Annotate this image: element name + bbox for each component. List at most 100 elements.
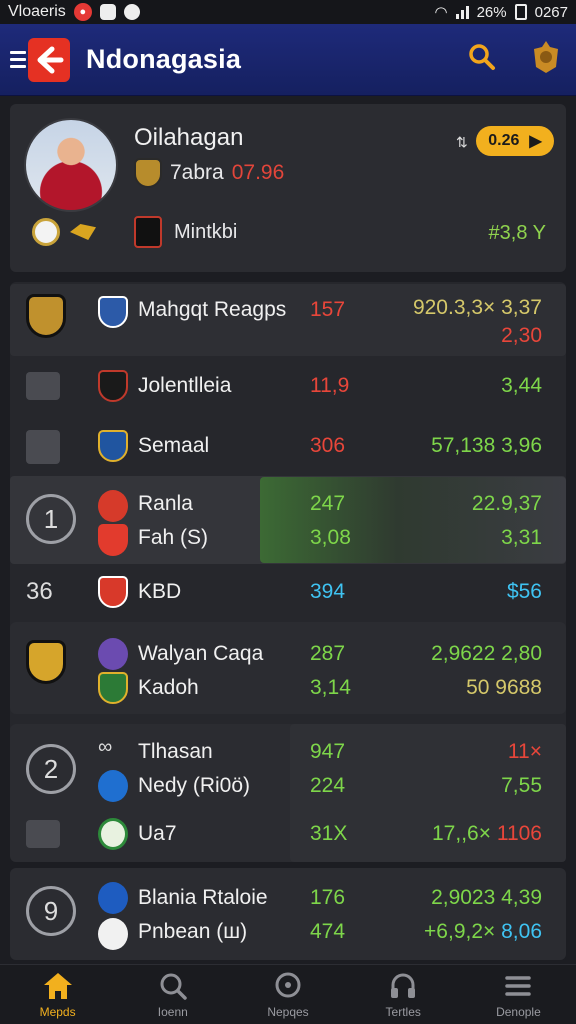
row-value-secondary: 224 bbox=[310, 774, 346, 797]
nav-label: Tertles bbox=[385, 1004, 421, 1019]
wifi-icon: ◠ bbox=[434, 4, 448, 21]
club-crest-icon bbox=[134, 158, 162, 188]
team-name-tertiary: Ua7 bbox=[138, 822, 177, 845]
club-crest-icon bbox=[26, 294, 66, 338]
profile-card[interactable]: Oilahagan 7abra 07.96 ⇅ 0.26 ▶ Mintkbi #… bbox=[10, 104, 566, 272]
row-odds-secondary: 7,55 bbox=[501, 774, 542, 797]
rank-number: 1 bbox=[43, 503, 59, 534]
crest-icon[interactable] bbox=[530, 39, 562, 80]
link-icon: ∞ bbox=[98, 736, 113, 758]
match-card[interactable]: 9 Blania Rtaloie Pnbean (ш) 176 474 2,90… bbox=[10, 868, 566, 960]
battery-text: 26% bbox=[476, 3, 507, 21]
home-icon bbox=[41, 971, 75, 1001]
row-odds: 22.9,37 bbox=[471, 492, 542, 515]
row-odds-secondary: 3,31 bbox=[501, 526, 542, 549]
rank-circle: 2 bbox=[26, 744, 76, 794]
app-title: Ndonagasia bbox=[86, 44, 242, 74]
row-value: 306 bbox=[310, 434, 346, 457]
app-header: Ndonagasia bbox=[0, 24, 576, 96]
bottom-nav: Mepds Ioenn Nepqes Tertles Denople bbox=[0, 964, 576, 1024]
list-item[interactable]: Mahgqt Reagps 157 920.3,3× 3,37 2,30 bbox=[10, 282, 566, 354]
row-value: 394 bbox=[310, 580, 346, 603]
team-logo-icon bbox=[98, 818, 128, 850]
odds-pill[interactable]: 0.26 ▶ bbox=[476, 126, 554, 156]
team-name: Walyan Caqa bbox=[138, 642, 264, 665]
profile-extra-label: Mintkbi bbox=[174, 220, 238, 243]
list-item[interactable]: 2 ∞ Tlhasan Nedy (Ri0ö) Ua7 947 224 31X … bbox=[10, 724, 566, 862]
list-icon bbox=[26, 372, 60, 400]
sort-icon[interactable]: ⇅ bbox=[456, 134, 468, 151]
profile-sub-value: 07.96 bbox=[231, 161, 285, 184]
row-value: 176 bbox=[310, 886, 346, 909]
row-odds: 2,9622 2,80 bbox=[431, 642, 542, 665]
profile-stat: #3,8 Y bbox=[488, 222, 546, 244]
team-logo-icon bbox=[98, 638, 128, 670]
nav-item-more[interactable]: Denople bbox=[461, 965, 576, 1024]
team-logo-icon bbox=[98, 576, 128, 608]
rank-circle: 1 bbox=[26, 494, 76, 544]
list-item[interactable]: 1 Ranla Fah (S) 247 3,08 22.9,37 3,31 bbox=[10, 476, 566, 564]
profile-sub: 7abra 07.96 bbox=[134, 158, 284, 188]
team-logo-icon bbox=[98, 770, 128, 802]
list-icon bbox=[26, 820, 60, 848]
row-odds: $56 bbox=[506, 580, 542, 603]
row-value: 247 bbox=[310, 492, 346, 515]
odds-part-b: 1106 bbox=[496, 822, 542, 845]
odds-part-a: +6,9,2× bbox=[424, 920, 496, 943]
record-icon bbox=[123, 4, 140, 20]
row-odds: 3,44 bbox=[501, 374, 542, 397]
status-bar: Vloaeris ● ◠ 26% 0267 bbox=[0, 0, 576, 24]
nav-label: Ioenn bbox=[157, 1004, 188, 1019]
nav-label: Mepds bbox=[39, 1004, 76, 1019]
team-logo-icon bbox=[98, 524, 128, 556]
profile-sub-label: 7abra bbox=[170, 161, 224, 184]
status-time: 0267 bbox=[534, 3, 568, 21]
nav-item-home[interactable]: Mepds bbox=[0, 965, 115, 1024]
team-logo-icon bbox=[98, 882, 128, 914]
logo-arrow-icon[interactable] bbox=[28, 37, 70, 82]
row-value-secondary: 3,14 bbox=[310, 676, 351, 699]
menu-lines-icon bbox=[501, 971, 535, 1001]
row-value-secondary: 474 bbox=[310, 920, 346, 943]
profile-extra: Mintkbi bbox=[134, 216, 237, 248]
rank-circle: 9 bbox=[26, 886, 76, 936]
team-logo-icon bbox=[98, 430, 128, 462]
rank-number: 2 bbox=[43, 753, 59, 784]
badge-icon bbox=[32, 218, 60, 246]
rank-number: 9 bbox=[43, 895, 59, 926]
notification-icon: ● bbox=[73, 3, 92, 21]
row-odds-secondary: +6,9,2× 8,06 bbox=[424, 920, 542, 944]
player-avatar[interactable] bbox=[24, 118, 118, 212]
list-item[interactable]: Semaal 306 57,138 3,96 bbox=[10, 416, 566, 476]
team-name: Jolentlleia bbox=[138, 374, 232, 397]
list-item[interactable]: 9 Blania Rtaloie Pnbean (ш) 176 474 2,90… bbox=[10, 868, 566, 960]
match-card[interactable]: 2 ∞ Tlhasan Nedy (Ri0ö) Ua7 947 224 31X … bbox=[10, 724, 566, 862]
row-value-tertiary: 31X bbox=[310, 822, 348, 845]
team-name: KBD bbox=[138, 580, 182, 603]
menu-icon[interactable] bbox=[10, 51, 26, 68]
nav-item-search[interactable]: Ioenn bbox=[115, 965, 230, 1024]
profile-name: Oilahagan bbox=[134, 124, 244, 151]
list-item[interactable]: Jolentlleia 11,9 3,44 bbox=[10, 356, 566, 416]
row-odds: 2,9023 4,39 bbox=[431, 886, 542, 909]
team-name: Mahgqt Reagps bbox=[138, 298, 287, 321]
team-name: Ranla bbox=[138, 492, 193, 515]
search-icon[interactable] bbox=[468, 43, 496, 76]
team-logo-icon bbox=[98, 370, 128, 402]
nav-item-explore[interactable]: Nepqes bbox=[230, 965, 345, 1024]
list-item[interactable]: 36 KBD 394 $56 bbox=[10, 568, 566, 620]
list-item[interactable]: Walyan Caqa Kadoh 287 3,14 2,9622 2,80 5… bbox=[10, 622, 566, 714]
match-card[interactable]: Walyan Caqa Kadoh 287 3,14 2,9622 2,80 5… bbox=[10, 622, 566, 714]
team-logo-icon bbox=[98, 490, 128, 522]
nav-label: Nepqes bbox=[267, 1004, 309, 1019]
team-logo-icon bbox=[98, 296, 128, 328]
row-value: 157 bbox=[310, 298, 346, 321]
headset-icon bbox=[386, 971, 420, 1001]
row-value: 287 bbox=[310, 642, 346, 665]
nav-item-support[interactable]: Tertles bbox=[346, 965, 461, 1024]
team-name-secondary: Nedy (Ri0ö) bbox=[138, 774, 251, 797]
wing-icon bbox=[70, 224, 96, 240]
odds-part-a: 17,,6× bbox=[432, 822, 491, 845]
team-logo-icon bbox=[98, 918, 128, 950]
row-value-secondary: 3,08 bbox=[310, 526, 351, 549]
